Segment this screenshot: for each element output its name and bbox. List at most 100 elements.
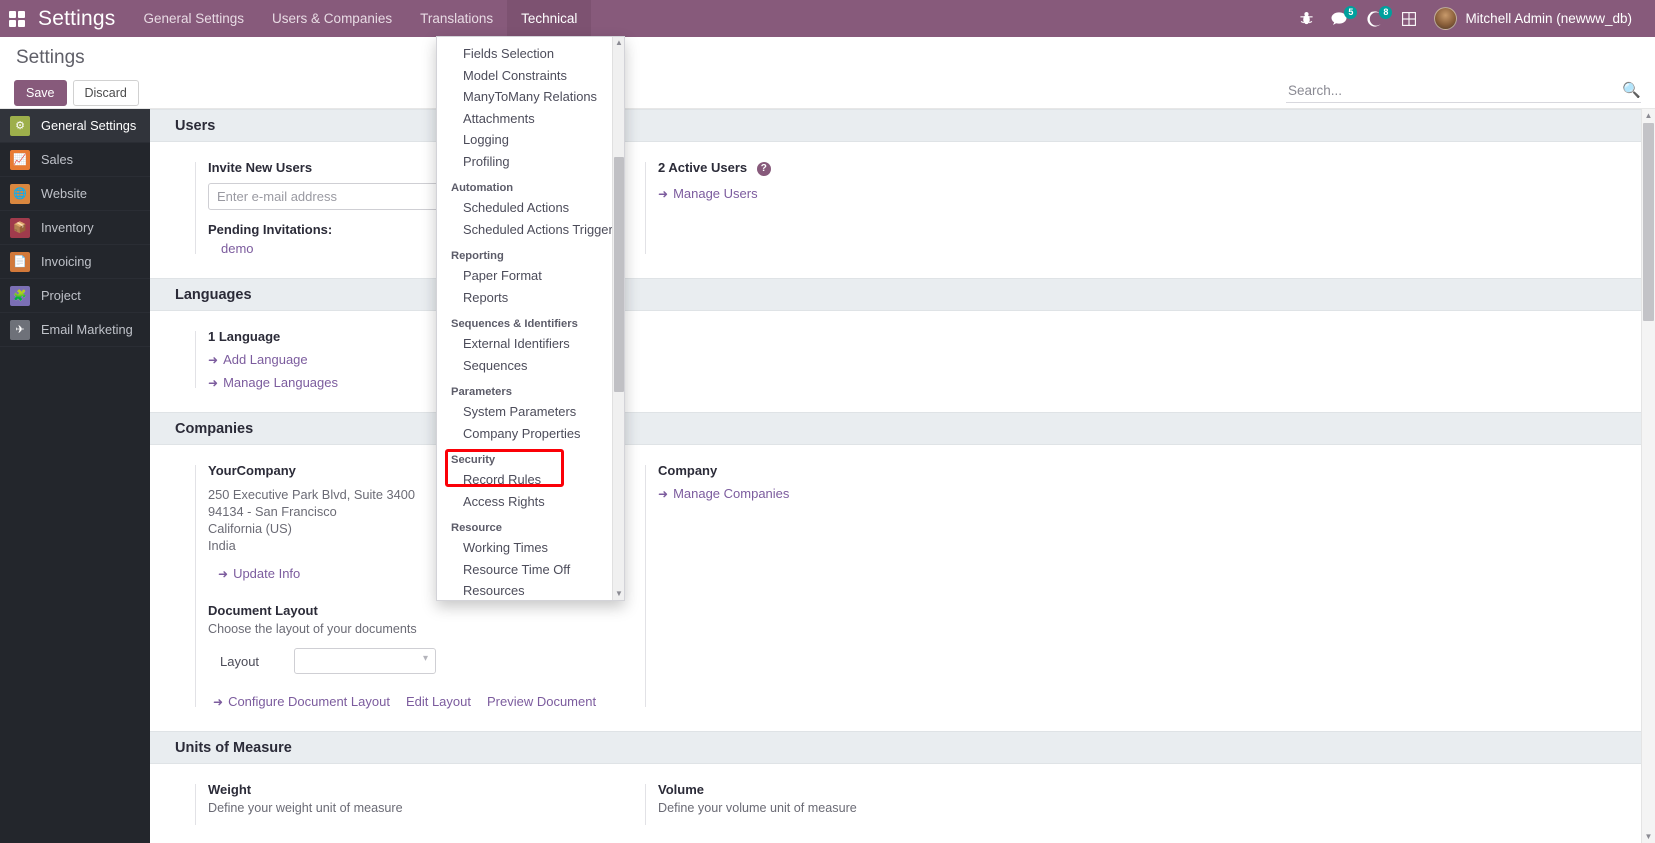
- page-title: Settings: [16, 47, 85, 68]
- document-layout-label: Document Layout: [208, 603, 318, 618]
- user-menu-label: Mitchell Admin (newww_db): [1465, 11, 1632, 26]
- sidebar-item-label: Sales: [41, 152, 74, 167]
- dropdown-item-external-identifiers[interactable]: External Identifiers: [437, 333, 613, 355]
- dropdown-item-fields-selection[interactable]: Fields Selection: [437, 43, 613, 65]
- section-body-units-of-measure: Weight Define your weight unit of measur…: [150, 764, 1655, 843]
- activities-button[interactable]: 8: [1358, 0, 1393, 37]
- layout-field-label: Layout: [220, 653, 260, 669]
- dropdown-item-reports[interactable]: Reports: [437, 287, 613, 309]
- add-language-link[interactable]: Add Language: [208, 352, 308, 367]
- bug-icon: [1300, 12, 1314, 25]
- paper-plane-icon: ✈: [10, 319, 30, 340]
- manage-languages-link[interactable]: Manage Languages: [208, 375, 338, 390]
- layout-select[interactable]: [294, 648, 436, 674]
- user-menu-button[interactable]: Mitchell Admin (newww_db): [1425, 0, 1641, 37]
- manage-users-link[interactable]: Manage Users: [658, 186, 758, 201]
- messages-button[interactable]: 5: [1322, 0, 1358, 37]
- dropdown-item-profiling[interactable]: Profiling: [437, 151, 613, 173]
- grid-plus-icon: [1402, 11, 1417, 26]
- page-scroll-thumb[interactable]: [1643, 123, 1654, 321]
- scroll-up-icon[interactable]: ▲: [1642, 109, 1655, 122]
- search-input[interactable]: [1286, 81, 1615, 99]
- magnifier-icon[interactable]: 🔍: [1614, 81, 1641, 99]
- dropdown-item-attachments[interactable]: Attachments: [437, 108, 613, 130]
- dropdown-item-working-times[interactable]: Working Times: [437, 537, 613, 559]
- page-scrollbar[interactable]: ▲ ▼: [1641, 109, 1655, 843]
- weight-label: Weight: [208, 782, 252, 797]
- grid-apps-icon: [9, 10, 25, 27]
- section-header-units-of-measure: Units of Measure: [150, 731, 1655, 764]
- settings-content: Users Invite New Users Pending Invitatio…: [150, 109, 1655, 843]
- dropdown-item-manytomany-relations[interactable]: ManyToMany Relations: [437, 86, 613, 108]
- caret-up-icon[interactable]: ▲: [613, 37, 624, 49]
- activities-count-badge: 8: [1379, 6, 1393, 19]
- menu-technical[interactable]: Technical: [507, 0, 592, 37]
- sidebar-item-sales[interactable]: 📈 Sales: [0, 143, 150, 177]
- messages-count-badge: 5: [1344, 6, 1358, 19]
- section-header-languages: Languages: [150, 278, 1655, 311]
- dropdown-item-resource-time-off[interactable]: Resource Time Off: [437, 559, 613, 581]
- pending-invitation-demo[interactable]: demo: [221, 241, 254, 256]
- apps-launcher-button[interactable]: [0, 0, 34, 37]
- dropdown-item-resources[interactable]: Resources: [437, 580, 613, 600]
- dropdown-item-scheduled-actions[interactable]: Scheduled Actions: [437, 197, 613, 219]
- dropdown-item-system-parameters[interactable]: System Parameters: [437, 401, 613, 423]
- dropdown-item-access-rights[interactable]: Access Rights: [437, 491, 613, 513]
- dropdown-item-company-properties[interactable]: Company Properties: [437, 423, 613, 445]
- dropdown-item-model-constraints[interactable]: Model Constraints: [437, 65, 613, 87]
- sidebar-item-inventory[interactable]: 📦 Inventory: [0, 211, 150, 245]
- configure-document-layout-link[interactable]: Configure Document Layout: [213, 694, 390, 709]
- dropdown-item-sequences[interactable]: Sequences: [437, 355, 613, 377]
- save-button[interactable]: Save: [14, 80, 67, 106]
- help-icon[interactable]: ?: [756, 161, 771, 176]
- sidebar-item-general-settings[interactable]: ⚙ General Settings: [0, 109, 150, 143]
- section-body-languages: 1 Language Add Language Manage Languages: [150, 311, 1655, 412]
- invoice-icon: 📄: [10, 251, 30, 272]
- top-navbar: Settings General Settings Users & Compan…: [0, 0, 1655, 37]
- app-brand-title[interactable]: Settings: [34, 7, 129, 31]
- dropdown-item-paper-format[interactable]: Paper Format: [437, 265, 613, 287]
- gear-icon: ⚙: [10, 115, 30, 136]
- sidebar-item-invoicing[interactable]: 📄 Invoicing: [0, 245, 150, 279]
- sidebar-item-website[interactable]: 🌐 Website: [0, 177, 150, 211]
- preview-document-link[interactable]: Preview Document: [487, 694, 596, 709]
- searchbar: 🔍: [1286, 81, 1641, 103]
- sidebar-item-project[interactable]: 🧩 Project: [0, 279, 150, 313]
- companies-right-title: Company: [658, 463, 718, 478]
- dropdown-group-parameters: Parameters: [451, 386, 512, 398]
- discard-button[interactable]: Discard: [72, 80, 139, 106]
- menu-general-settings[interactable]: General Settings: [129, 0, 258, 37]
- dropdown-group-automation: Automation: [451, 182, 514, 194]
- volume-sub: Define your volume unit of measure: [658, 801, 857, 815]
- technical-dropdown-menu: Fields Selection Model Constraints ManyT…: [436, 36, 625, 601]
- update-info-link[interactable]: Update Info: [218, 566, 300, 581]
- dropdown-group-reporting: Reporting: [451, 250, 504, 262]
- volume-block: Volume Define your volume unit of measur…: [600, 782, 1050, 827]
- debug-menu-button[interactable]: [1291, 0, 1322, 37]
- sidebar-item-email-marketing[interactable]: ✈ Email Marketing: [0, 313, 150, 347]
- technical-dropdown-list: Fields Selection Model Constraints ManyT…: [437, 37, 613, 600]
- sidebar-item-label: Project: [41, 288, 81, 303]
- dropdown-group-sequences-and-identifiers: Sequences & Identifiers: [451, 318, 578, 330]
- edit-layout-link[interactable]: Edit Layout: [406, 694, 471, 709]
- section-body-companies: YourCompany 250 Executive Park Blvd, Sui…: [150, 445, 1655, 731]
- sidebar-item-label: General Settings: [41, 118, 137, 133]
- menu-translations[interactable]: Translations: [406, 0, 507, 37]
- dropdown-item-logging[interactable]: Logging: [437, 129, 613, 151]
- dropdown-scroll-thumb[interactable]: [614, 157, 624, 392]
- dropdown-item-record-rules[interactable]: Record Rules: [437, 469, 613, 491]
- dropdown-group-security: Security: [451, 454, 496, 466]
- weight-sub: Define your weight unit of measure: [208, 801, 403, 815]
- apps-grid-button[interactable]: [1393, 0, 1425, 37]
- dropdown-item-scheduled-actions-triggers[interactable]: Scheduled Actions Triggers: [437, 219, 613, 241]
- scroll-down-icon[interactable]: ▼: [1642, 830, 1655, 843]
- dropdown-group-resource: Resource: [451, 522, 502, 534]
- manage-companies-block: Company Manage Companies: [600, 463, 1050, 709]
- dropdown-scrollbar[interactable]: ▲ ▼: [612, 37, 624, 600]
- document-layout-sub: Choose the layout of your documents: [208, 622, 417, 636]
- box-open-icon: 📦: [10, 217, 30, 238]
- active-users-block: 2 Active Users ? Manage Users: [600, 160, 1050, 256]
- menu-users-and-companies[interactable]: Users & Companies: [258, 0, 406, 37]
- caret-down-icon[interactable]: ▼: [613, 588, 624, 600]
- manage-companies-link[interactable]: Manage Companies: [658, 486, 789, 501]
